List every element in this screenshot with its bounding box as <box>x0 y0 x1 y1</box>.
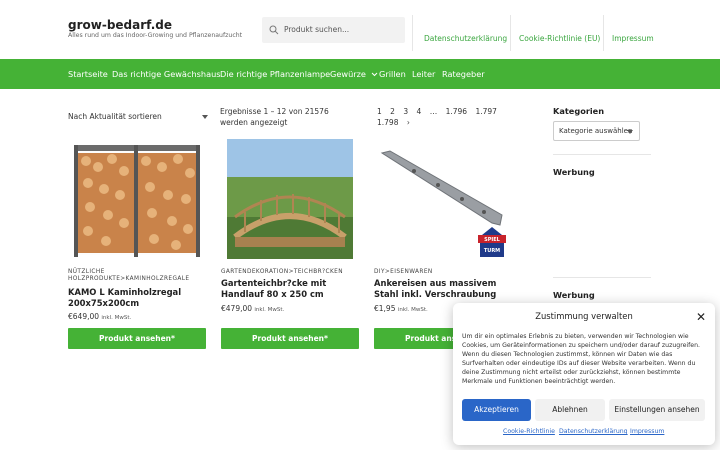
next-page-icon[interactable]: › <box>407 118 410 127</box>
cookie-consent-dialog: Zustimmung verwalten ✕ Um dir ein optima… <box>453 303 715 445</box>
nav-item-pflanzenlampe[interactable]: Die richtige Pflanzenlampe <box>220 69 330 79</box>
product-title[interactable]: Ankereisen aus massivem Stahl inkl. Vers… <box>374 278 512 300</box>
pagination: 1 2 3 4 … 1.796 1.797 1.798 › <box>377 106 517 128</box>
page-ellipsis: … <box>429 107 438 116</box>
link-datenschutz[interactable]: Datenschutzerklärung <box>424 34 507 43</box>
page-link[interactable]: 1 <box>377 107 382 116</box>
search-icon <box>269 25 279 35</box>
price-note: inkl. MwSt. <box>397 307 428 313</box>
price-value: €479,00 <box>221 304 253 313</box>
caret-down-icon <box>202 115 208 119</box>
page-link[interactable]: 3 <box>403 107 408 116</box>
results-count: Ergebnisse 1 – 12 von 21576 werden angez… <box>220 107 329 127</box>
price-note: inkl. MwSt. <box>101 315 132 321</box>
header-divider <box>412 15 413 51</box>
product-price: €1,95 inkl. MwSt. <box>374 304 428 313</box>
page-link[interactable]: 1.797 <box>475 107 496 116</box>
product-image[interactable]: SPIEL TURM <box>374 137 512 259</box>
product-price: €479,00 inkl. MwSt. <box>221 304 284 313</box>
deny-button[interactable]: Ablehnen <box>535 399 605 421</box>
product-category[interactable]: GARTENDEKORATION>TEICHBR?CKEN <box>221 269 359 276</box>
search-placeholder: Produkt suchen... <box>284 25 350 34</box>
product-category[interactable]: DIY>EISENWAREN <box>374 269 512 276</box>
category-select[interactable]: Kategorie auswählen <box>553 121 640 141</box>
consent-link-impressum[interactable]: Impressum <box>630 428 664 435</box>
price-value: €1,95 <box>374 304 396 313</box>
product-price: €649,00 inkl. MwSt. <box>68 312 131 321</box>
site-header: grow-bedarf.de Alles rund um das Indoor-… <box>0 0 720 60</box>
anchor-iron-image: SPIEL TURM <box>380 150 506 257</box>
view-product-button[interactable]: Produkt ansehen* <box>68 328 206 349</box>
accept-button[interactable]: Akzeptieren <box>462 399 531 421</box>
header-divider <box>603 15 604 51</box>
sort-label: Nach Aktualität sortieren <box>68 112 162 121</box>
price-value: €649,00 <box>68 312 100 321</box>
sort-select[interactable]: Nach Aktualität sortieren <box>68 112 208 121</box>
search-input[interactable]: Produkt suchen... <box>262 17 405 43</box>
product-title[interactable]: Gartenteichbr?cke mit Handlauf 80 x 250 … <box>221 278 359 300</box>
consent-link-datenschutz[interactable]: Datenschutzerklärung <box>559 428 628 435</box>
nav-item-gewuerze-label: Gewürze <box>330 69 366 79</box>
consent-text: Um dir ein optimales Erlebnis zu bieten,… <box>462 333 700 385</box>
consent-link-cookie-richtlinie[interactable]: Cookie-Richtlinie <box>503 428 555 435</box>
product-card: GARTENDEKORATION>TEICHBR?CKEN Gartenteic… <box>221 137 359 349</box>
product-image[interactable] <box>221 137 359 259</box>
page-link[interactable]: 1.796 <box>446 107 467 116</box>
sidebar-heading-ad: Werbung <box>553 167 595 177</box>
page-link[interactable]: 2 <box>390 107 395 116</box>
product-card: SPIEL TURM DIY>EISENWAREN Ankereisen aus… <box>374 137 512 349</box>
firewood-rack-image <box>74 145 200 257</box>
nav-item-rategeber[interactable]: Rategeber <box>442 69 485 79</box>
garden-bridge-image <box>227 139 353 259</box>
link-cookie-richtlinie[interactable]: Cookie-Richtlinie (EU) <box>519 34 600 43</box>
page-link[interactable]: 4 <box>417 107 422 116</box>
page-link[interactable]: 1.798 <box>377 118 398 127</box>
site-title[interactable]: grow-bedarf.de <box>68 18 172 32</box>
chevron-down-icon <box>371 72 377 77</box>
nav-item-gewaechshaus[interactable]: Das richtige Gewächshaus <box>112 69 221 79</box>
nav-item-gewuerze[interactable]: Gewürze <box>330 69 378 79</box>
view-settings-button[interactable]: Einstellungen ansehen <box>609 399 705 421</box>
nav-item-grillen[interactable]: Grillen <box>379 69 406 79</box>
header-divider <box>510 15 511 51</box>
price-note: inkl. MwSt. <box>254 307 285 313</box>
link-impressum[interactable]: Impressum <box>612 34 654 43</box>
sidebar-divider <box>553 154 651 155</box>
sidebar-heading-categories: Kategorien <box>553 106 605 116</box>
consent-title: Zustimmung verwalten <box>535 311 633 321</box>
sidebar-divider <box>553 277 651 278</box>
brand-logo-text: TURM <box>484 248 500 254</box>
product-image[interactable] <box>68 137 206 259</box>
product-title[interactable]: KAMO L Kaminholzregal 200x75x200cm <box>68 287 206 309</box>
main-navigation: Startseite Das richtige Gewächshaus Die … <box>0 59 720 89</box>
nav-item-startseite[interactable]: Startseite <box>68 69 108 79</box>
category-select-value: Kategorie auswählen <box>559 127 633 135</box>
close-icon[interactable]: ✕ <box>696 311 706 323</box>
product-card: NÜTZLICHE HOLZPRODUKTE>KAMINHOLZREGALE K… <box>68 137 206 349</box>
product-category[interactable]: NÜTZLICHE HOLZPRODUKTE>KAMINHOLZREGALE <box>68 269 206 283</box>
caret-down-icon <box>627 130 633 134</box>
site-description: Alles rund um das Indoor-Growing und Pfl… <box>68 32 243 39</box>
brand-logo-text: SPIEL <box>484 237 501 243</box>
view-product-button[interactable]: Produkt ansehen* <box>221 328 359 349</box>
sidebar-heading-ad: Werbung <box>553 290 595 300</box>
nav-item-leiter[interactable]: Leiter <box>412 69 435 79</box>
